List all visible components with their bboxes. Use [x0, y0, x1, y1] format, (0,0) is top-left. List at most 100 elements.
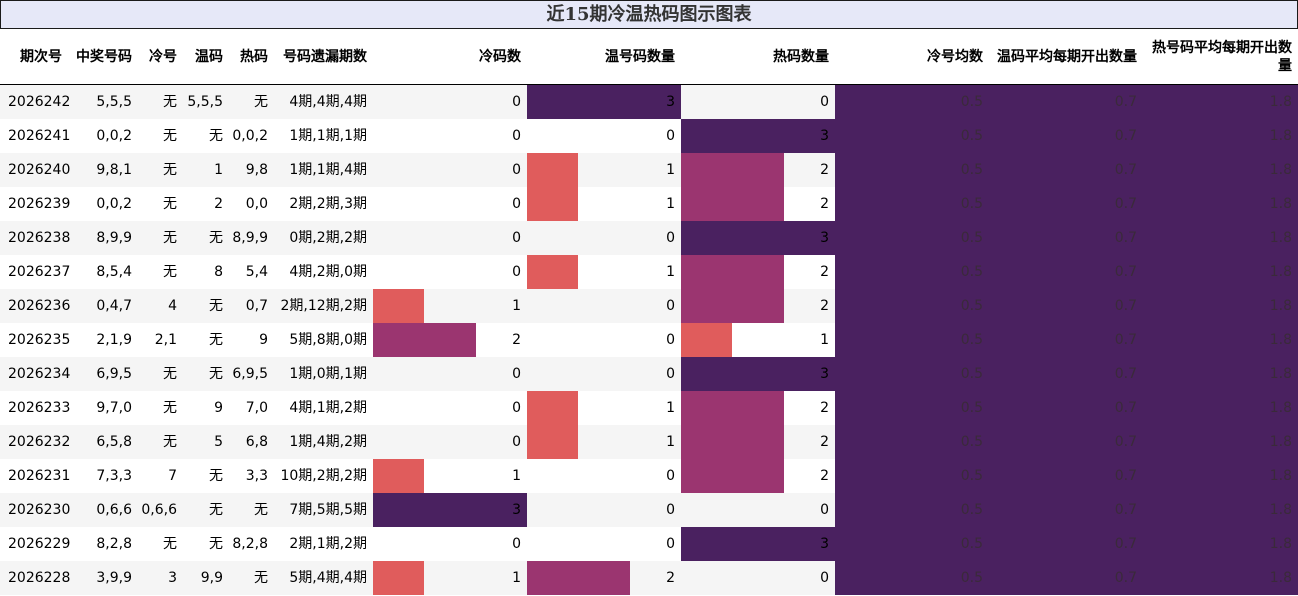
cell-winning-number: 0,4,7 [96, 298, 132, 314]
cell-warm-count: 0 [666, 332, 675, 348]
cell-hot-avg: 1.8 [1269, 536, 1292, 552]
cell-cold-avg: 0.5 [960, 536, 983, 552]
cell-winning-number: 0,6,6 [96, 502, 132, 518]
cell-hot-count: 3 [820, 536, 829, 552]
cell-warm-avg: 0.7 [1114, 230, 1137, 246]
cell-warm-count: 3 [666, 94, 675, 110]
cell-warm-avg: 0.7 [1114, 502, 1137, 518]
cell-cold-count: 0 [512, 400, 521, 416]
cell-warm-count: 1 [666, 264, 675, 280]
cell-miss-periods: 2期,12期,2期 [280, 298, 367, 314]
cell-winning-number: 6,5,8 [96, 434, 132, 450]
cell-warm-avg: 0.7 [1114, 298, 1137, 314]
cell-warm-count: 2 [666, 570, 675, 586]
cell-hot-number: 0,0 [245, 196, 268, 212]
cell-warm-avg: 0.7 [1114, 536, 1137, 552]
cell-cold-avg: 0.5 [960, 502, 983, 518]
cell-hot-count: 2 [820, 434, 829, 450]
cell-hot-avg: 1.8 [1269, 162, 1292, 178]
cell-warm-number: 无 [209, 536, 223, 552]
cell-cold-number: 无 [163, 264, 177, 280]
cell-cold-avg: 0.5 [960, 570, 983, 586]
cell-warm-avg: 0.7 [1114, 434, 1137, 450]
table-row: 2026238 8,9,9 无 无 8,9,9 0期,2期,2期 0 0 3 0.5 0.7 1.8 [0, 221, 1298, 255]
cell-cold-avg: 0.5 [960, 128, 983, 144]
cell-hot-avg: 1.8 [1269, 434, 1292, 450]
table-row: 2026240 9,8,1 无 1 9,8 1期,1期,4期 0 1 2 0.5 0.7 1.8 [0, 153, 1298, 187]
cell-warm-number: 9 [214, 400, 223, 416]
cell-cold-count: 0 [512, 264, 521, 280]
cell-hot-count: 3 [820, 366, 829, 382]
cell-issue: 2026241 [8, 128, 71, 144]
cell-cold-count: 0 [512, 434, 521, 450]
cell-cold-number: 无 [163, 196, 177, 212]
cell-warm-number: 5,5,5 [187, 94, 223, 110]
cell-warm-count: 0 [666, 366, 675, 382]
cell-miss-periods: 0期,2期,2期 [289, 230, 367, 246]
cell-winning-number: 8,2,8 [96, 536, 132, 552]
header-col-cold-count: 冷码数 [479, 48, 521, 65]
cell-cold-avg: 0.5 [960, 468, 983, 484]
table-header: 期次号 中奖号码 冷号 温码 热码 号码遗漏期数 冷码数 温号码数量 热码数量 冷号均数 温码平均每… [0, 29, 1298, 85]
header-col-cold: 冷号 [149, 48, 177, 65]
header-col-hot: 热码 [240, 48, 268, 65]
table-row: 2026232 6,5,8 无 5 6,8 1期,4期,2期 0 1 2 0.5 0.7 1.8 [0, 425, 1298, 459]
cell-miss-periods: 4期,4期,4期 [289, 94, 367, 110]
cell-warm-avg: 0.7 [1114, 468, 1137, 484]
cell-hot-avg: 1.8 [1269, 230, 1292, 246]
cell-hot-avg: 1.8 [1269, 400, 1292, 416]
cell-cold-count: 3 [512, 502, 521, 518]
cell-hot-number: 0,0,2 [232, 128, 268, 144]
cell-cold-count: 2 [512, 332, 521, 348]
cell-warm-count: 1 [666, 196, 675, 212]
cell-winning-number: 8,5,4 [96, 264, 132, 280]
cell-miss-periods: 1期,1期,4期 [289, 162, 367, 178]
cell-winning-number: 2,1,9 [96, 332, 132, 348]
cell-warm-number: 8 [214, 264, 223, 280]
cell-cold-avg: 0.5 [960, 94, 983, 110]
cell-miss-periods: 4期,2期,0期 [289, 264, 367, 280]
cell-issue: 2026234 [8, 366, 71, 382]
cell-warm-avg: 0.7 [1114, 162, 1137, 178]
cell-hot-count: 2 [820, 196, 829, 212]
cell-warm-count: 0 [666, 298, 675, 314]
cell-winning-number: 3,9,9 [96, 570, 132, 586]
cell-cold-count: 1 [512, 468, 521, 484]
cell-hot-number: 6,8 [245, 434, 268, 450]
cell-hot-count: 0 [820, 570, 829, 586]
cell-warm-number: 无 [209, 502, 223, 518]
cell-hot-count: 3 [820, 230, 829, 246]
table-row: 2026230 0,6,6 0,6,6 无 无 7期,5期,5期 3 0 0 0.5 0.7 1.8 [0, 493, 1298, 527]
cell-winning-number: 6,9,5 [96, 366, 132, 382]
cell-issue: 2026238 [8, 230, 71, 246]
cell-hot-count: 3 [820, 128, 829, 144]
header-col-hot-count: 热码数量 [773, 48, 829, 65]
header-col-issue: 期次号 [20, 48, 62, 65]
cell-cold-count: 0 [512, 94, 521, 110]
table-row: 2026239 0,0,2 无 2 0,0 2期,2期,3期 0 1 2 0.5 0.7 1.8 [0, 187, 1298, 221]
cell-hot-count: 0 [820, 502, 829, 518]
table-row: 2026229 8,2,8 无 无 8,2,8 2期,1期,2期 0 0 3 0.5 0.7 1.8 [0, 527, 1298, 561]
cell-winning-number: 9,7,0 [96, 400, 132, 416]
cell-cold-count: 0 [512, 230, 521, 246]
cell-warm-avg: 0.7 [1114, 366, 1137, 382]
cell-winning-number: 9,8,1 [96, 162, 132, 178]
cell-hot-avg: 1.8 [1269, 468, 1292, 484]
header-col-warm-avg: 温码平均每期开出数量 [997, 48, 1137, 65]
cell-warm-number: 无 [209, 128, 223, 144]
cell-issue: 2026242 [8, 94, 71, 110]
cell-hot-number: 8,9,9 [232, 230, 268, 246]
cell-cold-number: 无 [163, 434, 177, 450]
cell-cold-avg: 0.5 [960, 298, 983, 314]
cell-cold-number: 2,1 [154, 332, 177, 348]
table-row: 2026228 3,9,9 3 9,9 无 5期,4期,4期 1 2 0 0.5 0.7 1.8 [0, 561, 1298, 595]
cell-cold-avg: 0.5 [960, 434, 983, 450]
cell-issue: 2026239 [8, 196, 71, 212]
cell-miss-periods: 2期,2期,3期 [289, 196, 367, 212]
cell-miss-periods: 1期,0期,1期 [289, 366, 367, 382]
cell-miss-periods: 7期,5期,5期 [289, 502, 367, 518]
table-row: 2026234 6,9,5 无 无 6,9,5 1期,0期,1期 0 0 3 0.5 0.7 1.8 [0, 357, 1298, 391]
cell-issue: 2026236 [8, 298, 71, 314]
cell-hot-avg: 1.8 [1269, 128, 1292, 144]
cell-hot-avg: 1.8 [1269, 298, 1292, 314]
